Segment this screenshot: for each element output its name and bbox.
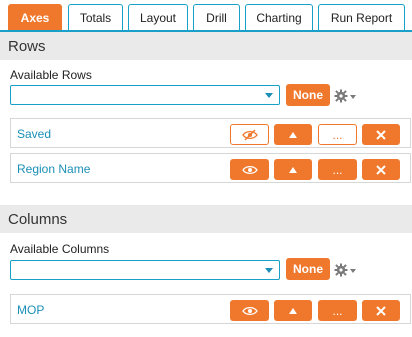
more-options-button[interactable]: ... bbox=[318, 300, 357, 321]
up-arrow-icon bbox=[289, 166, 297, 173]
up-arrow-icon bbox=[289, 307, 297, 314]
up-arrow-icon bbox=[289, 131, 297, 138]
visibility-toggle-button[interactable] bbox=[230, 300, 269, 321]
columns-none-button[interactable]: None bbox=[286, 258, 330, 280]
gear-icon bbox=[334, 263, 356, 277]
available-columns-select[interactable] bbox=[10, 260, 280, 280]
tab-drill[interactable]: Drill bbox=[193, 4, 240, 31]
rows-section-title: Rows bbox=[8, 37, 46, 55]
row-item-label[interactable]: Region Name bbox=[17, 162, 90, 176]
chevron-down-icon bbox=[265, 268, 273, 273]
row-item-label[interactable]: Saved bbox=[17, 127, 51, 141]
more-options-button[interactable]: ... bbox=[318, 124, 357, 145]
tab-run-report[interactable]: Run Report bbox=[318, 4, 405, 31]
chevron-down-icon bbox=[265, 93, 273, 98]
column-item-label[interactable]: MOP bbox=[17, 303, 44, 317]
tab-bar: Axes Totals Layout Drill Charting Run Re… bbox=[0, 0, 412, 32]
eye-slash-icon bbox=[241, 129, 258, 140]
column-item-mop: MOP ... bbox=[10, 294, 411, 324]
remove-button[interactable] bbox=[362, 300, 400, 321]
chevron-down-icon bbox=[350, 269, 356, 273]
move-up-button[interactable] bbox=[274, 124, 312, 145]
available-rows-label: Available Rows bbox=[10, 68, 92, 82]
visibility-toggle-button[interactable] bbox=[230, 124, 269, 145]
columns-settings-menu[interactable] bbox=[334, 262, 358, 278]
columns-section-title: Columns bbox=[8, 210, 68, 228]
tab-totals[interactable]: Totals bbox=[68, 4, 123, 31]
close-icon bbox=[376, 164, 386, 175]
row-item-region-name: Region Name ... bbox=[10, 153, 411, 183]
row-item-saved: Saved ... bbox=[10, 118, 411, 148]
move-up-button[interactable] bbox=[274, 159, 312, 180]
available-rows-select[interactable] bbox=[10, 85, 280, 105]
remove-button[interactable] bbox=[362, 124, 400, 145]
available-columns-label: Available Columns bbox=[10, 242, 110, 256]
tab-layout[interactable]: Layout bbox=[128, 4, 188, 31]
chevron-down-icon bbox=[350, 95, 356, 99]
close-icon bbox=[376, 129, 386, 140]
rows-settings-menu[interactable] bbox=[334, 88, 358, 104]
gear-icon bbox=[334, 89, 356, 103]
move-up-button[interactable] bbox=[274, 300, 312, 321]
visibility-toggle-button[interactable] bbox=[230, 159, 269, 180]
tab-charting[interactable]: Charting bbox=[245, 4, 313, 31]
tab-axes[interactable]: Axes bbox=[8, 4, 62, 31]
columns-section-header: Columns bbox=[0, 205, 412, 233]
eye-icon bbox=[241, 165, 258, 174]
rows-section-header: Rows bbox=[0, 32, 412, 60]
more-options-button[interactable]: ... bbox=[318, 159, 357, 180]
remove-button[interactable] bbox=[362, 159, 400, 180]
eye-icon bbox=[241, 306, 258, 315]
rows-none-button[interactable]: None bbox=[286, 84, 330, 106]
close-icon bbox=[376, 305, 386, 316]
